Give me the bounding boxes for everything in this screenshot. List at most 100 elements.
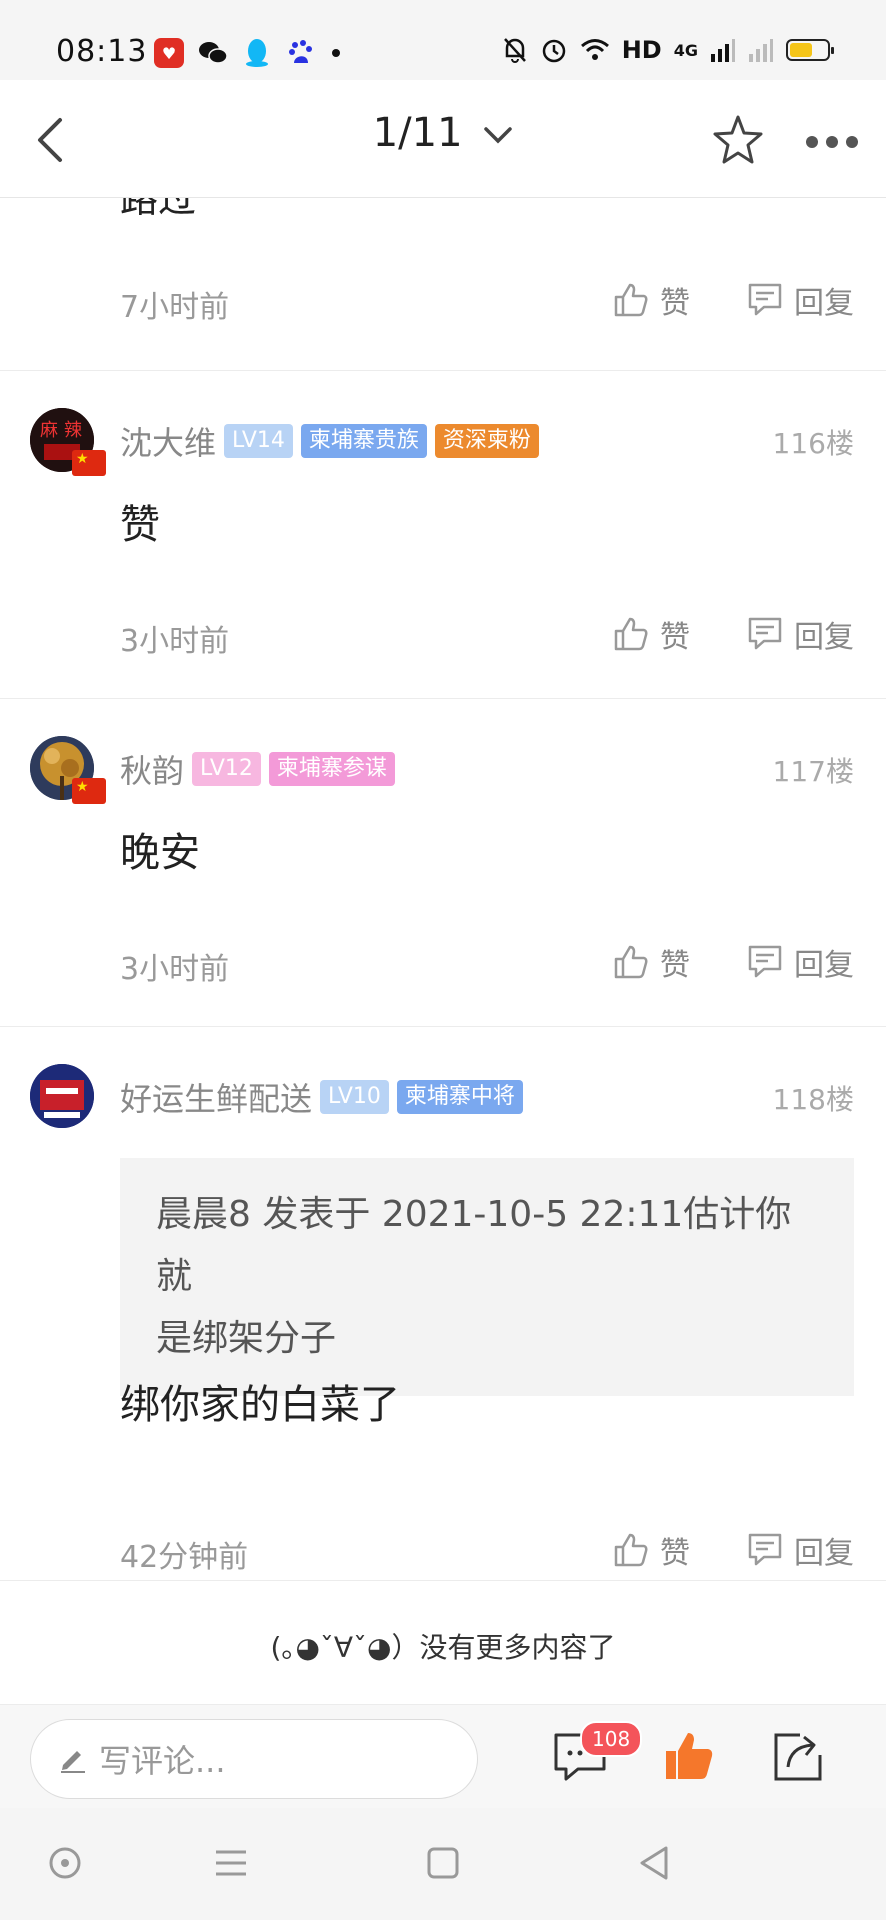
title-badge: 资深柬粉 <box>434 424 539 458</box>
thumbs-up-icon <box>614 1533 648 1567</box>
title-badge: 柬埔寨贵族 <box>300 424 427 458</box>
system-navigation-bar <box>0 1808 886 1920</box>
reply-content: 晚安 <box>120 830 200 876</box>
level-badge: LV14 <box>224 424 293 458</box>
more-notifications-dot <box>332 49 340 57</box>
qq-icon <box>242 38 272 68</box>
share-icon[interactable] <box>770 1729 826 1785</box>
svg-text:麻: 麻 <box>40 420 58 441</box>
network-type: 4G <box>673 40 698 60</box>
battery-icon <box>786 39 834 61</box>
thumbs-up-icon <box>614 283 648 317</box>
post-time: 3小时前 <box>120 624 230 659</box>
alarm-icon <box>542 39 565 63</box>
user-info: 秋韵 LV12 柬埔寨参谋 <box>120 746 395 792</box>
reply-button[interactable]: 回复 <box>746 278 854 322</box>
reply-actions: 3小时前 赞 回复 <box>0 932 886 992</box>
reply-post: 好运生鲜配送 LV10 柬埔寨中将 118楼 晨晨8 发表于 2021-10-5… <box>0 1064 886 1614</box>
user-info: 好运生鲜配送 LV10 柬埔寨中将 <box>120 1074 523 1120</box>
menu-icon[interactable] <box>206 1838 256 1888</box>
comment-icon <box>748 1533 782 1566</box>
divider <box>0 1026 886 1027</box>
hd-indicator: HD <box>621 36 662 64</box>
comment-icon <box>748 945 782 978</box>
favorite-star-icon[interactable] <box>710 112 766 168</box>
reply-label: 回复 <box>794 286 854 321</box>
china-flag-icon <box>72 778 106 804</box>
like-button[interactable]: 赞 <box>612 278 690 322</box>
reply-content: 绑你家的白菜了 <box>120 1382 400 1428</box>
like-label: 赞 <box>660 620 690 655</box>
divider <box>0 370 886 371</box>
back-icon[interactable] <box>630 1838 680 1888</box>
reply-button[interactable]: 回复 <box>746 612 854 656</box>
notification-icons: ♥ <box>154 38 340 68</box>
reply-actions: 42分钟前 赞 回复 <box>0 1520 886 1580</box>
reply-label: 回复 <box>794 948 854 983</box>
quote-line: 是绑架分子 <box>156 1318 337 1359</box>
thumbs-up-icon <box>614 945 648 979</box>
partial-post-actions: 7小时前 赞 回复 <box>0 270 886 330</box>
quote-line: 晨晨8 发表于 2021-10-5 22:11估计你就 <box>156 1194 792 1297</box>
thumbs-up-filled-icon[interactable] <box>660 1729 716 1785</box>
like-button[interactable]: 赞 <box>612 612 690 656</box>
baidu-icon <box>286 38 316 68</box>
system-indicators: HD 4G <box>502 36 834 64</box>
divider <box>0 698 886 699</box>
like-label: 赞 <box>660 286 690 321</box>
partial-post-text: 路过 <box>120 198 197 221</box>
reply-post: 麻辣 沈大维 LV14 柬埔寨贵族 资深柬粉 116楼 赞 3小时前 赞 回复 <box>0 408 886 698</box>
username[interactable]: 好运生鲜配送 <box>120 1074 312 1120</box>
wechat-icon <box>198 38 228 68</box>
more-options-icon[interactable] <box>806 136 858 148</box>
like-button[interactable]: 赞 <box>612 1528 690 1572</box>
comment-count-badge: 108 <box>580 1721 643 1757</box>
quoted-reply[interactable]: 晨晨8 发表于 2021-10-5 22:11估计你就 是绑架分子 <box>120 1158 854 1396</box>
like-label: 赞 <box>660 948 690 983</box>
floor-number: 118楼 <box>772 1083 854 1116</box>
comment-icon <box>748 283 782 316</box>
wifi-icon <box>580 39 609 60</box>
svg-text:辣: 辣 <box>64 420 82 441</box>
reply-label: 回复 <box>794 620 854 655</box>
post-time: 3小时前 <box>120 952 230 987</box>
pencil-icon <box>61 1751 85 1773</box>
comment-icon <box>748 617 782 650</box>
floor-number: 116楼 <box>772 427 854 460</box>
like-label: 赞 <box>660 1536 690 1571</box>
signal-icon-2 <box>749 39 773 62</box>
user-info: 沈大维 LV14 柬埔寨贵族 资深柬粉 <box>120 418 539 464</box>
home-icon[interactable] <box>418 1838 468 1888</box>
reply-list[interactable]: 路过 7小时前 赞 回复 麻辣 沈大维 LV14 柬埔寨贵族 资深柬粉 116楼… <box>0 198 886 1704</box>
floor-number: 117楼 <box>772 755 854 788</box>
post-time: 42分钟前 <box>120 1540 249 1575</box>
post-time: 7小时前 <box>120 290 230 325</box>
like-button[interactable]: 赞 <box>612 940 690 984</box>
username[interactable]: 秋韵 <box>120 746 184 792</box>
thumbs-up-icon <box>614 617 648 651</box>
reply-button[interactable]: 回复 <box>746 1528 854 1572</box>
reply-post: 秋韵 LV12 柬埔寨参谋 117楼 晚安 3小时前 赞 回复 <box>0 736 886 1026</box>
level-badge: LV10 <box>320 1080 389 1114</box>
signal-icon <box>711 39 735 62</box>
chevron-down-icon <box>484 127 513 144</box>
page-indicator-text: 1/11 <box>372 110 463 156</box>
level-badge: LV12 <box>192 752 261 786</box>
comment-input[interactable]: 写评论... <box>30 1719 478 1799</box>
username[interactable]: 沈大维 <box>120 418 216 464</box>
assistant-icon[interactable] <box>40 1838 90 1888</box>
avatar[interactable] <box>30 1064 94 1128</box>
reply-actions: 3小时前 赞 回复 <box>0 604 886 664</box>
comment-placeholder: 写评论... <box>99 1742 226 1780</box>
pinduoduo-icon: ♥ <box>154 38 184 68</box>
reply-button[interactable]: 回复 <box>746 940 854 984</box>
title-badge: 柬埔寨参谋 <box>268 752 395 786</box>
end-of-list-message: (｡◕ˇ∀ˇ◕）没有更多内容了 <box>270 1631 616 1664</box>
status-bar: 08:13 ♥ HD 4G <box>0 0 886 80</box>
comment-bar: 写评论... 108 <box>0 1704 886 1808</box>
status-time: 08:13 <box>56 34 148 69</box>
mute-icon <box>503 38 526 63</box>
china-flag-icon <box>72 450 106 476</box>
reply-content: 赞 <box>120 502 160 548</box>
title-badge: 柬埔寨中将 <box>396 1080 523 1114</box>
